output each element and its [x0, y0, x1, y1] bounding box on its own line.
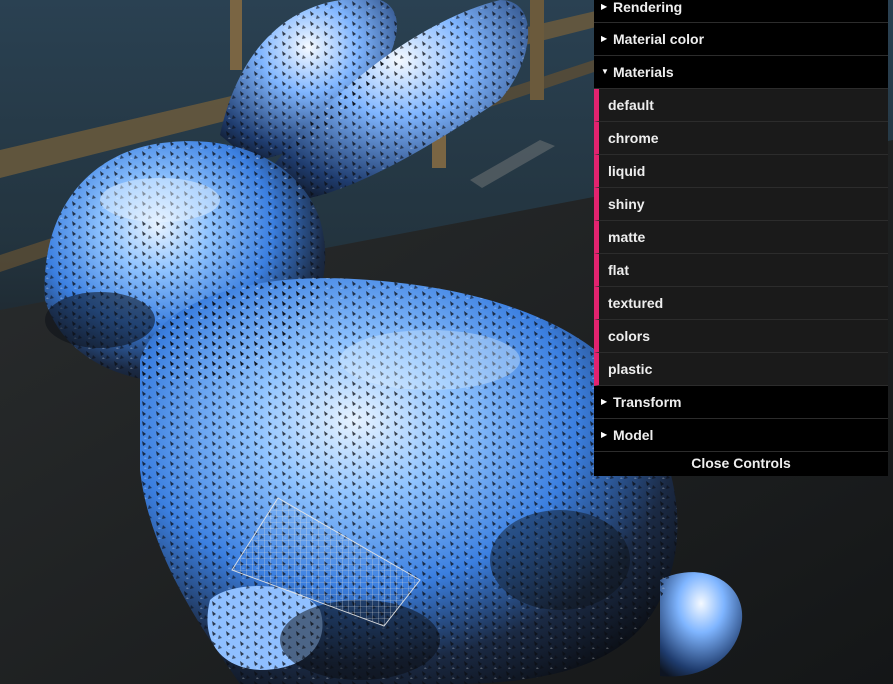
- folder-label: Transform: [613, 394, 682, 410]
- material-option-chrome[interactable]: chrome: [594, 122, 888, 155]
- material-option-default[interactable]: default: [594, 89, 888, 122]
- controls-panel: ▶ Rendering ▶ Material color ▼ Materials defa…: [594, 0, 888, 476]
- folder-materials[interactable]: ▼ Materials: [594, 56, 888, 89]
- triangle-right-icon: ▶: [601, 2, 608, 11]
- folder-label: Material color: [613, 31, 705, 47]
- material-option-flat[interactable]: flat: [594, 254, 888, 287]
- folder-label: Rendering: [613, 0, 683, 15]
- folder-rendering[interactable]: ▶ Rendering: [594, 0, 888, 23]
- material-option-plastic[interactable]: plastic: [594, 353, 888, 386]
- folder-transform[interactable]: ▶ Transform: [594, 386, 888, 419]
- triangle-down-icon: ▼: [601, 67, 609, 76]
- triangle-right-icon: ▶: [601, 397, 608, 406]
- folder-label: Model: [613, 427, 654, 443]
- triangle-right-icon: ▶: [601, 430, 608, 439]
- material-option-liquid[interactable]: liquid: [594, 155, 888, 188]
- triangle-right-icon: ▶: [601, 34, 608, 43]
- materials-list: default chrome liquid shiny matte flat texture…: [594, 89, 888, 386]
- material-option-matte[interactable]: matte: [594, 221, 888, 254]
- folder-label: Materials: [613, 64, 674, 80]
- folder-model[interactable]: ▶ Model: [594, 419, 888, 452]
- close-controls-button[interactable]: Close Controls: [594, 452, 888, 476]
- material-option-colors[interactable]: colors: [594, 320, 888, 353]
- folder-material-color[interactable]: ▶ Material color: [594, 23, 888, 56]
- material-option-textured[interactable]: textured: [594, 287, 888, 320]
- material-option-shiny[interactable]: shiny: [594, 188, 888, 221]
